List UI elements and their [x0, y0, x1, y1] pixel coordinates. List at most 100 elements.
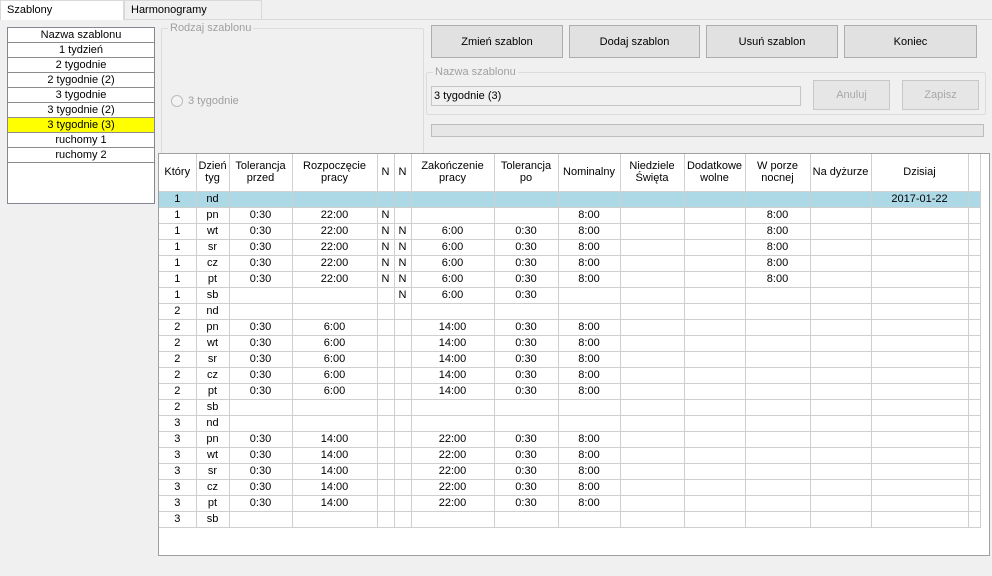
- table-cell[interactable]: [745, 383, 811, 400]
- table-cell[interactable]: 8:00: [745, 239, 811, 256]
- table-cell[interactable]: N: [394, 255, 412, 272]
- table-cell[interactable]: [377, 399, 395, 416]
- table-cell[interactable]: [620, 223, 685, 240]
- table-cell[interactable]: [871, 335, 969, 352]
- table-cell[interactable]: wt: [196, 223, 230, 240]
- table-cell[interactable]: [377, 495, 395, 512]
- table-cell[interactable]: 22:00: [292, 223, 378, 240]
- table-cell[interactable]: [871, 383, 969, 400]
- table-cell[interactable]: [620, 271, 685, 288]
- table-cell[interactable]: 22:00: [411, 463, 495, 480]
- table-cell[interactable]: 2: [159, 335, 197, 352]
- table-cell[interactable]: [394, 303, 412, 320]
- end-button[interactable]: Koniec: [844, 25, 977, 58]
- table-cell[interactable]: 0:30: [229, 335, 293, 352]
- table-cell[interactable]: pt: [196, 271, 230, 288]
- table-cell[interactable]: 14:00: [411, 367, 495, 384]
- table-row[interactable]: 2 cz 0:30 6:00 14:00 0:30 8:00: [159, 367, 981, 384]
- table-row[interactable]: 1 wt 0:30 22:00 N N 6:00 0:30 8:00 8:00: [159, 223, 981, 240]
- table-cell[interactable]: 14:00: [411, 335, 495, 352]
- table-cell[interactable]: 6:00: [411, 223, 495, 240]
- table-cell[interactable]: [684, 351, 746, 368]
- table-cell[interactable]: 22:00: [411, 447, 495, 464]
- table-cell[interactable]: [810, 367, 872, 384]
- table-cell[interactable]: 6:00: [411, 287, 495, 304]
- table-cell[interactable]: 8:00: [745, 223, 811, 240]
- table-cell[interactable]: 2: [159, 367, 197, 384]
- table-cell[interactable]: 0:30: [494, 351, 559, 368]
- table-cell[interactable]: [558, 287, 621, 304]
- table-cell[interactable]: [229, 399, 293, 416]
- table-cell[interactable]: 1: [159, 255, 197, 272]
- table-cell[interactable]: [394, 319, 412, 336]
- table-cell[interactable]: [745, 351, 811, 368]
- table-cell[interactable]: [620, 239, 685, 256]
- table-cell[interactable]: [745, 431, 811, 448]
- table-cell[interactable]: 8:00: [558, 271, 621, 288]
- table-cell[interactable]: 8:00: [745, 271, 811, 288]
- table-cell[interactable]: 0:30: [229, 495, 293, 512]
- table-cell[interactable]: [684, 255, 746, 272]
- table-cell[interactable]: 0:30: [229, 207, 293, 224]
- table-cell[interactable]: 0:30: [229, 431, 293, 448]
- table-cell[interactable]: [411, 511, 495, 528]
- column-header[interactable]: Który: [159, 154, 197, 192]
- table-cell[interactable]: [871, 367, 969, 384]
- table-cell[interactable]: 14:00: [292, 431, 378, 448]
- table-cell[interactable]: [684, 495, 746, 512]
- table-cell[interactable]: wt: [196, 335, 230, 352]
- table-cell[interactable]: [292, 303, 378, 320]
- template-list-item[interactable]: 3 tygodnie: [8, 88, 154, 103]
- table-row[interactable]: 2 wt 0:30 6:00 14:00 0:30 8:00: [159, 335, 981, 352]
- table-cell[interactable]: [810, 431, 872, 448]
- table-row[interactable]: 1 sr 0:30 22:00 N N 6:00 0:30 8:00 8:00: [159, 239, 981, 256]
- template-list-item[interactable]: 2 tygodnie (2): [8, 73, 154, 88]
- table-cell[interactable]: 8:00: [558, 319, 621, 336]
- table-cell[interactable]: [620, 319, 685, 336]
- table-cell[interactable]: [411, 399, 495, 416]
- table-cell[interactable]: N: [377, 255, 395, 272]
- table-cell[interactable]: [229, 415, 293, 432]
- table-cell[interactable]: 14:00: [411, 319, 495, 336]
- tab-szablony[interactable]: Szablony: [0, 0, 124, 20]
- table-cell[interactable]: [745, 287, 811, 304]
- table-cell[interactable]: 2: [159, 399, 197, 416]
- table-cell[interactable]: [394, 351, 412, 368]
- table-cell[interactable]: 14:00: [292, 479, 378, 496]
- table-cell[interactable]: [377, 431, 395, 448]
- table-cell[interactable]: N: [394, 223, 412, 240]
- table-cell[interactable]: [620, 383, 685, 400]
- table-cell[interactable]: [810, 463, 872, 480]
- table-row[interactable]: 3 sb: [159, 511, 981, 528]
- table-cell[interactable]: [377, 287, 395, 304]
- table-cell[interactable]: [745, 399, 811, 416]
- table-cell[interactable]: sr: [196, 239, 230, 256]
- table-cell[interactable]: [810, 415, 872, 432]
- table-cell[interactable]: N: [377, 223, 395, 240]
- table-cell[interactable]: 8:00: [558, 335, 621, 352]
- table-cell[interactable]: [684, 383, 746, 400]
- table-cell[interactable]: [810, 271, 872, 288]
- table-cell[interactable]: [745, 367, 811, 384]
- table-cell[interactable]: [684, 399, 746, 416]
- table-cell[interactable]: [745, 191, 811, 208]
- table-cell[interactable]: [494, 303, 559, 320]
- table-cell[interactable]: [871, 271, 969, 288]
- column-header[interactable]: Rozpoczęcie pracy: [292, 154, 378, 192]
- table-cell[interactable]: cz: [196, 479, 230, 496]
- column-header[interactable]: Niedziele Święta: [620, 154, 685, 192]
- table-cell[interactable]: 14:00: [292, 447, 378, 464]
- table-cell[interactable]: 0:30: [229, 367, 293, 384]
- table-cell[interactable]: 6:00: [411, 239, 495, 256]
- table-cell[interactable]: 8:00: [745, 207, 811, 224]
- column-header[interactable]: Dzisiaj: [871, 154, 969, 192]
- table-row[interactable]: 2nd: [159, 303, 981, 320]
- table-cell[interactable]: [394, 191, 412, 208]
- table-cell[interactable]: 3: [159, 415, 197, 432]
- table-row[interactable]: 2 pn 0:30 6:00 14:00 0:30 8:00: [159, 319, 981, 336]
- table-cell[interactable]: [411, 191, 495, 208]
- table-cell[interactable]: [871, 399, 969, 416]
- table-cell[interactable]: [394, 335, 412, 352]
- table-cell[interactable]: 1: [159, 239, 197, 256]
- table-cell[interactable]: N: [377, 239, 395, 256]
